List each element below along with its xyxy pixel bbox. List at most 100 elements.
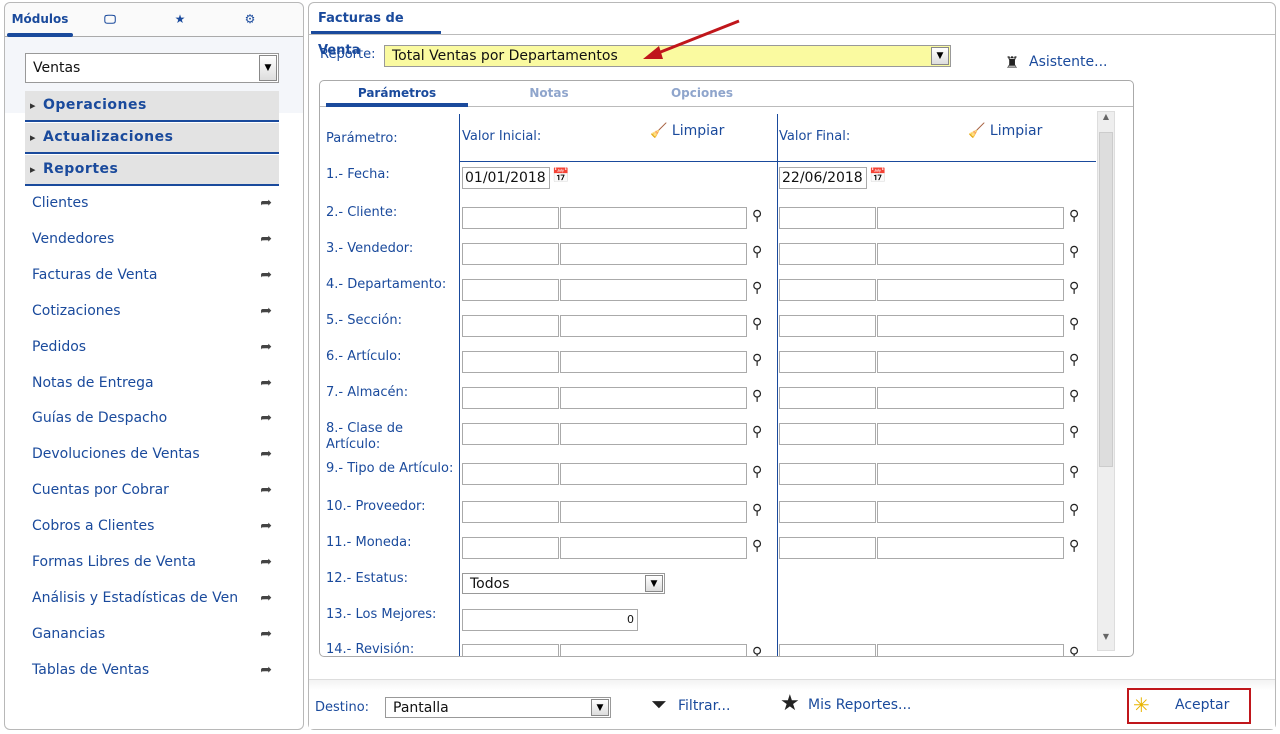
initial-desc-input[interactable] [560,644,747,656]
destination-select[interactable]: Pantalla ▼ [385,697,611,718]
search-icon[interactable]: ⚲ [752,388,762,404]
tab-opciones[interactable]: Opciones [632,81,772,107]
final-desc-input[interactable] [877,315,1064,337]
chevron-down-icon[interactable]: ▼ [931,47,949,65]
chevron-down-icon[interactable]: ▼ [591,699,609,716]
my-reports-button[interactable]: Mis Reportes... [808,697,911,713]
search-icon[interactable]: ⚲ [1069,464,1079,480]
final-code-input[interactable] [779,351,876,373]
tab-modules[interactable]: Módulos [5,3,75,37]
initial-date-input[interactable]: 01/01/2018 [462,167,550,189]
initial-code-input[interactable] [462,644,559,656]
star-icon[interactable]: ★ [145,3,215,36]
group-actualizaciones[interactable]: Actualizaciones [25,123,279,154]
initial-code-input[interactable] [462,315,559,337]
initial-desc-input[interactable] [560,207,747,229]
sidebar-item[interactable]: Cuentas por Cobrar ➦ [32,482,272,502]
initial-desc-input[interactable] [560,537,747,559]
monitor-icon[interactable]: 🖵 [75,3,145,36]
search-icon[interactable]: ⚲ [752,208,762,224]
final-code-input[interactable] [779,207,876,229]
sidebar-item[interactable]: Devoluciones de Ventas ➦ [32,446,272,466]
scroll-up-icon[interactable]: ▲ [1098,112,1114,130]
search-icon[interactable]: ⚲ [1069,208,1079,224]
group-reportes[interactable]: Reportes [25,155,279,186]
search-icon[interactable]: ⚲ [752,244,762,260]
final-code-input[interactable] [779,501,876,523]
final-desc-input[interactable] [877,501,1064,523]
search-icon[interactable]: ⚲ [1069,244,1079,260]
final-desc-input[interactable] [877,537,1064,559]
clear-final-button[interactable]: 🧹 Limpiar [968,123,1042,139]
final-desc-input[interactable] [877,243,1064,265]
initial-desc-input[interactable] [560,243,747,265]
settings-icon[interactable]: ⚙ [215,3,285,36]
initial-code-input[interactable] [462,351,559,373]
tab-facturas-de-venta[interactable]: Facturas de Venta [311,3,441,58]
search-icon[interactable]: ⚲ [752,316,762,332]
search-icon[interactable]: ⚲ [752,538,762,554]
final-code-input[interactable] [779,243,876,265]
tab-parametros[interactable]: Parámetros [326,81,468,107]
sidebar-item[interactable]: Cotizaciones ➦ [32,303,272,323]
status-select[interactable]: Todos ▼ [462,573,665,594]
wizard-button[interactable]: Asistente... [1029,54,1107,70]
sidebar-item[interactable]: Cobros a Clientes ➦ [32,518,272,538]
search-icon[interactable]: ⚲ [1069,352,1079,368]
chevron-down-icon[interactable]: ▼ [645,575,663,592]
final-desc-input[interactable] [877,351,1064,373]
initial-desc-input[interactable] [560,463,747,485]
final-desc-input[interactable] [877,387,1064,409]
scrollbar[interactable]: ▲ ▼ [1097,111,1115,651]
final-code-input[interactable] [779,387,876,409]
tab-notas[interactable]: Notas [480,81,618,107]
search-icon[interactable]: ⚲ [752,280,762,296]
initial-desc-input[interactable] [560,315,747,337]
search-icon[interactable]: ⚲ [1069,388,1079,404]
search-icon[interactable]: ⚲ [1069,280,1079,296]
initial-code-input[interactable] [462,463,559,485]
initial-desc-input[interactable] [560,279,747,301]
sidebar-item[interactable]: Facturas de Venta ➦ [32,267,272,287]
sidebar-item[interactable]: Vendedores ➦ [32,231,272,251]
search-icon[interactable]: ⚲ [752,424,762,440]
accept-button[interactable]: ✳ Aceptar [1127,688,1251,724]
search-icon[interactable]: ⚲ [1069,538,1079,554]
final-desc-input[interactable] [877,644,1064,656]
sidebar-item[interactable]: Tablas de Ventas ➦ [32,662,272,682]
final-desc-input[interactable] [877,463,1064,485]
sidebar-item[interactable]: Ganancias ➦ [32,626,272,646]
search-icon[interactable]: ⚲ [752,464,762,480]
clear-initial-button[interactable]: 🧹 Limpiar [650,123,724,139]
initial-code-input[interactable] [462,501,559,523]
initial-desc-input[interactable] [560,387,747,409]
initial-code-input[interactable] [462,537,559,559]
initial-code-input[interactable] [462,207,559,229]
filter-button[interactable]: Filtrar... [678,698,730,714]
sidebar-item[interactable]: Pedidos ➦ [32,339,272,359]
search-icon[interactable]: ⚲ [752,352,762,368]
final-desc-input[interactable] [877,207,1064,229]
initial-desc-input[interactable] [560,501,747,523]
initial-desc-input[interactable] [560,423,747,445]
final-code-input[interactable] [779,423,876,445]
final-desc-input[interactable] [877,279,1064,301]
final-code-input[interactable] [779,279,876,301]
scrollbar-thumb[interactable] [1099,132,1113,467]
final-desc-input[interactable] [877,423,1064,445]
group-operaciones[interactable]: Operaciones [25,91,279,122]
sidebar-item[interactable]: Notas de Entrega ➦ [32,375,272,395]
search-icon[interactable]: ⚲ [1069,424,1079,440]
search-icon[interactable]: ⚲ [1069,316,1079,332]
sidebar-item[interactable]: Guías de Despacho ➦ [32,410,272,430]
initial-code-input[interactable] [462,387,559,409]
sidebar-item[interactable]: Análisis y Estadísticas de Ven ➦ [32,590,272,610]
final-code-input[interactable] [779,463,876,485]
sidebar-item[interactable]: Formas Libres de Venta ➦ [32,554,272,574]
scroll-down-icon[interactable]: ▼ [1098,632,1114,650]
initial-code-input[interactable] [462,243,559,265]
calendar-icon[interactable]: 📅 [552,168,569,184]
sidebar-item[interactable]: Clientes ➦ [32,195,272,215]
module-select[interactable]: Ventas ▼ [25,53,279,83]
search-icon[interactable]: ⚲ [1069,645,1079,656]
